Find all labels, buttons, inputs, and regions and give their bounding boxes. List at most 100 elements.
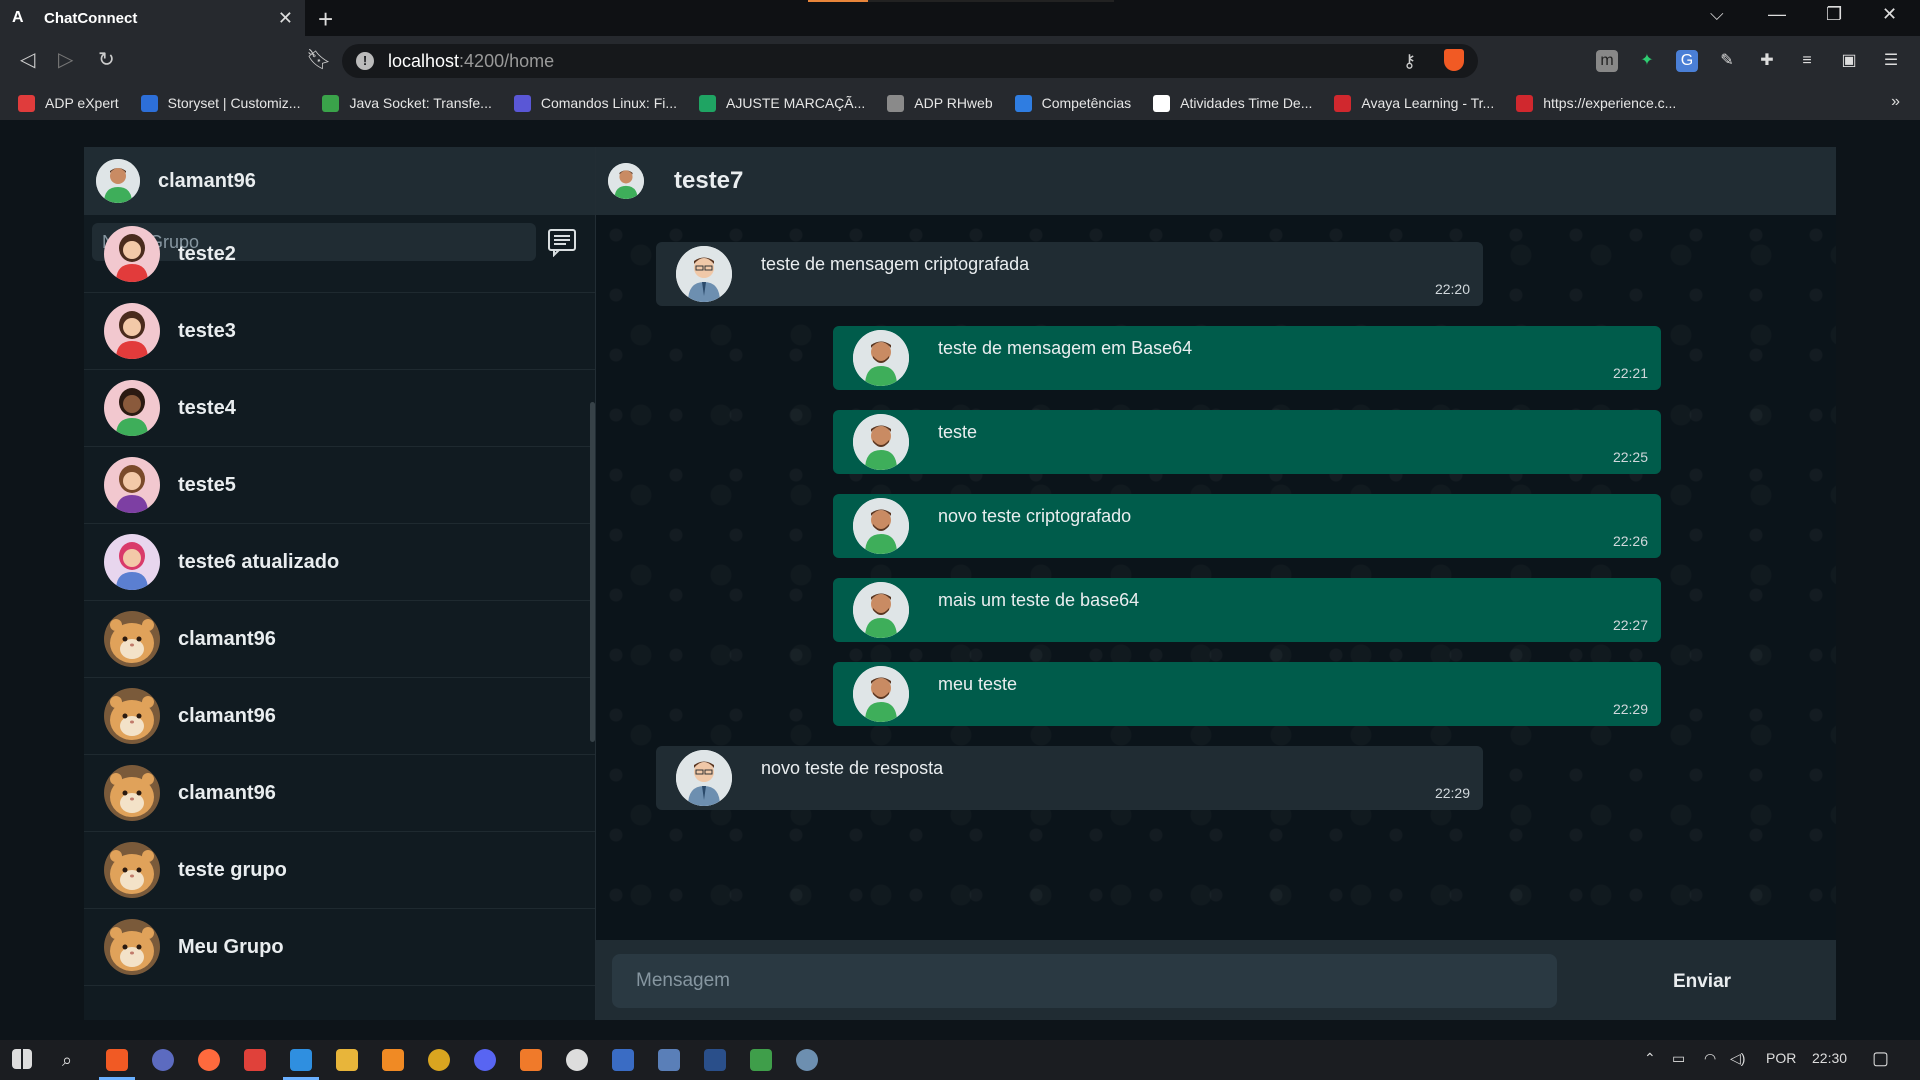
bookmark-item[interactable]: Avaya Learning - Tr...	[1334, 94, 1494, 112]
contact-item[interactable]: clamant96	[84, 678, 595, 755]
app-icon-1[interactable]	[152, 1049, 174, 1071]
wallet-icon[interactable]: ▣	[1838, 50, 1860, 72]
bookmark-favicon-icon	[513, 94, 531, 112]
close-window-icon[interactable]: ✕	[1882, 4, 1897, 25]
app-icon-7[interactable]	[520, 1049, 542, 1071]
contact-name: teste6 atualizado	[178, 550, 340, 573]
bookmark-item[interactable]: ADP RHweb	[887, 94, 993, 112]
contact-avatar	[104, 457, 160, 513]
search-icon[interactable]: ⌕	[56, 1049, 78, 1071]
notifications-icon[interactable]: ▢	[1872, 1048, 1889, 1069]
app-icon-9[interactable]	[612, 1049, 634, 1071]
more-bookmarks-icon[interactable]: »	[1891, 93, 1900, 111]
bookmark-favicon-icon	[887, 94, 905, 112]
message-bubble-outgoing[interactable]: meu teste 22:29	[833, 662, 1661, 726]
language-indicator[interactable]: POR	[1766, 1050, 1796, 1066]
extension-m-icon[interactable]: m	[1596, 50, 1618, 72]
contact-item[interactable]: clamant96	[84, 601, 595, 678]
send-button[interactable]: Enviar	[1642, 962, 1762, 1002]
bookmark-favicon-icon	[140, 94, 158, 112]
message-bubble-outgoing[interactable]: mais um teste de base64 22:27	[833, 578, 1661, 642]
brave-browser-icon[interactable]	[106, 1049, 128, 1071]
wifi-icon[interactable]: ◠	[1704, 1050, 1716, 1067]
message-bubble-outgoing[interactable]: teste 22:25	[833, 410, 1661, 474]
restore-icon[interactable]: ❐	[1826, 4, 1842, 25]
app-icon-10[interactable]	[658, 1049, 680, 1071]
reload-icon[interactable]: ↻	[98, 47, 115, 72]
windows-start-icon[interactable]	[12, 1049, 32, 1069]
url-host: localhost	[388, 50, 460, 71]
message-text: meu teste	[938, 674, 1018, 694]
bookmark-icon[interactable]: 🔖︎	[306, 47, 331, 72]
back-icon[interactable]: ◁	[20, 47, 35, 72]
message-time: 22:29	[1434, 785, 1470, 801]
extension-pen-icon[interactable]: ✎	[1716, 50, 1738, 72]
bookmark-item[interactable]: Atividades Time De...	[1153, 94, 1312, 112]
contact-item[interactable]: teste2	[84, 216, 595, 293]
minimize-icon[interactable]: —	[1768, 4, 1786, 25]
app-icon-4[interactable]	[382, 1049, 404, 1071]
contact-item[interactable]: clamant96	[84, 755, 595, 832]
bookmark-item[interactable]: AJUSTE MARCAÇÃ...	[699, 94, 866, 112]
app-icon-13[interactable]	[796, 1049, 818, 1071]
bookmark-label: AJUSTE MARCAÇÃ...	[726, 95, 866, 111]
current-user-avatar[interactable]	[96, 159, 140, 203]
bookmark-favicon-icon	[18, 94, 35, 112]
vscode-icon[interactable]	[290, 1049, 312, 1071]
message-time: 22:21	[1612, 365, 1648, 381]
bookmark-item[interactable]: Competências	[1014, 94, 1131, 112]
app-icon-6[interactable]	[474, 1049, 496, 1071]
menu-icon[interactable]: ☰	[1880, 50, 1902, 72]
password-key-icon[interactable]: ⚷	[1403, 51, 1416, 72]
battery-icon[interactable]: ▭	[1672, 1050, 1685, 1067]
close-tab-icon[interactable]: ✕	[278, 8, 293, 29]
extension-pin-icon[interactable]: ✦	[1636, 50, 1658, 72]
extensions-puzzle-icon[interactable]: ✚	[1756, 50, 1778, 72]
loading-indicator	[808, 0, 1114, 2]
contact-item[interactable]: teste grupo	[84, 832, 595, 909]
chat-contact-avatar[interactable]	[608, 163, 644, 199]
bookmark-item[interactable]: ADP eXpert	[18, 94, 119, 112]
file-explorer-icon[interactable]	[336, 1049, 358, 1071]
contact-list-scrollbar[interactable]	[590, 402, 595, 742]
contact-list: teste2 teste3 teste4 teste5 teste6 atualizad…	[84, 216, 595, 986]
tab-search-icon[interactable]: ⌵	[1710, 4, 1724, 25]
bookmark-item[interactable]: Storyset | Customiz...	[140, 94, 300, 112]
app-icon-12[interactable]	[750, 1049, 772, 1071]
translate-icon[interactable]: G	[1676, 50, 1698, 72]
clock[interactable]: 22:30	[1812, 1050, 1847, 1066]
forward-icon[interactable]: ▷	[58, 47, 73, 72]
contact-item[interactable]: teste5	[84, 447, 595, 524]
app-icon-2[interactable]	[198, 1049, 220, 1071]
brave-shields-icon[interactable]	[1444, 49, 1464, 71]
bookmark-item[interactable]: Comandos Linux: Fi...	[513, 94, 677, 112]
tray-chevron-icon[interactable]: ⌃	[1644, 1050, 1656, 1067]
app-icon-11[interactable]	[704, 1049, 726, 1071]
new-tab-icon[interactable]: +	[318, 4, 333, 35]
contact-item[interactable]: Meu Grupo	[84, 909, 595, 986]
volume-icon[interactable]: ◁)	[1730, 1050, 1745, 1067]
message-input[interactable]	[612, 954, 1557, 1008]
message-bubble-outgoing[interactable]: novo teste criptografado 22:26	[833, 494, 1661, 558]
contact-avatar	[104, 226, 160, 282]
app-icon-8[interactable]	[566, 1049, 588, 1071]
chat-title: teste7	[674, 167, 744, 194]
message-time: 22:29	[1612, 701, 1648, 717]
app-icon-5[interactable]	[428, 1049, 450, 1071]
message-bubble-incoming[interactable]: novo teste de resposta 22:29	[656, 746, 1483, 810]
playlist-icon[interactable]: ≡	[1796, 50, 1818, 72]
address-bar[interactable]: ! localhost:4200/home ⚷	[342, 44, 1478, 78]
message-bubble-incoming[interactable]: teste de mensagem criptografada 22:20	[656, 242, 1483, 306]
message-avatar	[853, 666, 909, 722]
bookmark-item[interactable]: Java Socket: Transfe...	[322, 94, 492, 112]
bookmark-item[interactable]: https://experience.c...	[1516, 94, 1676, 112]
site-info-icon[interactable]: !	[356, 52, 374, 70]
contact-item[interactable]: teste4	[84, 370, 595, 447]
bookmark-favicon-icon	[699, 94, 717, 112]
message-bubble-outgoing[interactable]: teste de mensagem em Base64 22:21	[833, 326, 1661, 390]
browser-tab[interactable]: A ChatConnect ✕	[0, 0, 305, 36]
app-icon-3[interactable]	[244, 1049, 266, 1071]
contact-item[interactable]: teste3	[84, 293, 595, 370]
bookmark-favicon-icon	[322, 94, 340, 112]
contact-item[interactable]: teste6 atualizado	[84, 524, 595, 601]
